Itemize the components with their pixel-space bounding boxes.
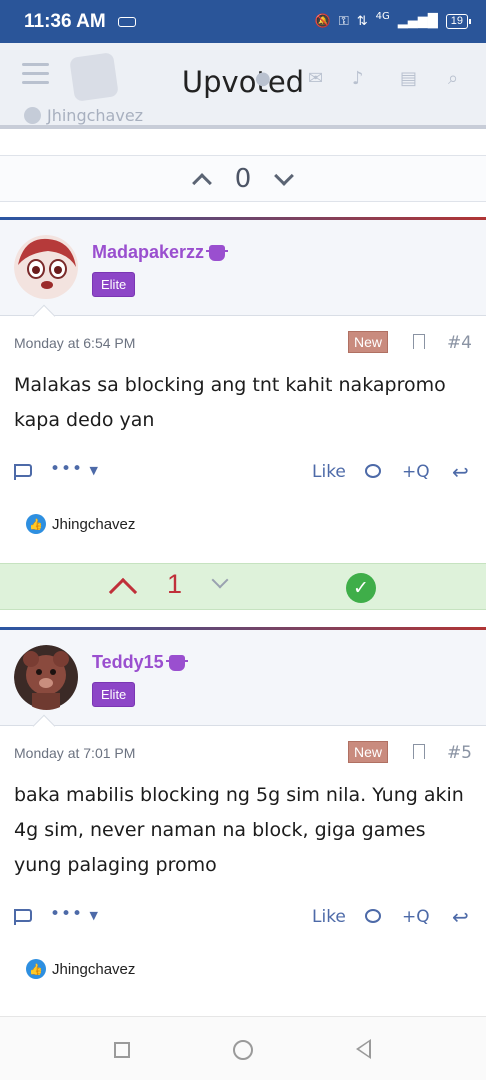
more-options[interactable]: ••• ▼ [50, 904, 99, 924]
bookmark-icon[interactable] [413, 744, 425, 759]
avatar[interactable] [14, 235, 79, 300]
chevron-down-icon[interactable]: ▼ [90, 464, 99, 477]
data-transfer-icon: ⇅ [356, 14, 368, 29]
back-icon[interactable] [356, 1039, 371, 1059]
upvote-icon[interactable] [191, 172, 212, 193]
vote-score: 0 [234, 163, 252, 194]
vote-bar: 0 [0, 155, 486, 202]
post-actions: ••• ▼ Like +Q ↩ [0, 452, 486, 496]
user-badge: Elite [92, 682, 136, 707]
thumbs-up-icon: 👍 [26, 959, 46, 979]
username-text[interactable]: Teddy15 [92, 652, 164, 673]
screen-cast-icon [117, 16, 136, 27]
inbox-icon[interactable]: ✉ [308, 68, 323, 89]
like-icon [24, 107, 41, 124]
downvote-icon[interactable] [211, 571, 229, 589]
quote-button[interactable]: +Q [402, 462, 430, 482]
reaction-summary[interactable]: 👍 Jhingchavez [0, 941, 486, 997]
username-text[interactable]: Madapakerzz [92, 242, 204, 263]
network-type: 4G [375, 11, 390, 22]
post-body: Malakas sa blocking ang tnt kahit nakapr… [14, 374, 446, 431]
reaction-user[interactable]: Jhingchavez [52, 961, 135, 978]
peek-reaction: Jhingchavez [24, 106, 143, 125]
bell-icon[interactable]: ♪ [352, 68, 364, 89]
more-options[interactable]: ••• ▼ [50, 459, 99, 479]
report-icon[interactable] [14, 464, 32, 480]
home-icon[interactable]: ● [255, 68, 271, 89]
post-date[interactable]: Monday at 7:01 PM [14, 745, 135, 761]
signal-icon: ▂▄▆█ [397, 14, 438, 29]
avatar[interactable] [14, 645, 79, 710]
chevron-down-icon[interactable]: ▼ [90, 909, 99, 922]
downvote-icon[interactable] [274, 165, 295, 186]
app-bar: Upvoted ● ✉ ♪ ▤ ⌕ Jhingchavez [0, 43, 486, 129]
reply-icon[interactable] [365, 909, 381, 923]
bookmark-icon[interactable] [413, 334, 425, 349]
vote-bar-accepted: 1 ✓ [0, 563, 486, 610]
new-badge: New [348, 741, 389, 763]
like-button[interactable]: Like [312, 907, 346, 927]
search-icon[interactable]: ⌕ [448, 68, 458, 89]
share-icon[interactable]: ↩ [452, 460, 469, 484]
post-date[interactable]: Monday at 6:54 PM [14, 335, 135, 351]
username[interactable]: Teddy15 [92, 652, 188, 673]
battery-icon: 19 [445, 14, 472, 29]
username[interactable]: Madapakerzz [92, 242, 229, 263]
share-icon[interactable]: ↩ [452, 905, 469, 929]
upvote-icon[interactable] [108, 577, 138, 607]
post-body: baka mabilis blocking ng 5g sim nila. Yu… [14, 784, 464, 876]
recents-icon[interactable] [114, 1042, 130, 1058]
post-user-header: Madapakerzz Elite [0, 220, 486, 328]
post: Teddy15 Elite Monday at 7:01 PM New #5 b… [0, 627, 486, 997]
reaction-summary[interactable]: 👍 Jhingchavez [0, 496, 486, 552]
status-bar: 11:36 AM 🔕 ⚿ ⇅ 4G ▂▄▆█ 19 [0, 0, 486, 43]
key-icon: ⚿ [338, 14, 349, 29]
home-button-icon[interactable] [233, 1040, 253, 1060]
peek-username: Jhingchavez [47, 106, 144, 125]
post-user-header: Teddy15 Elite [0, 630, 486, 738]
like-button[interactable]: Like [312, 462, 346, 482]
vote-score: 1 [167, 569, 183, 599]
post-actions: ••• ▼ Like +Q ↩ [0, 897, 486, 941]
spy-icon [206, 244, 229, 261]
post: Madapakerzz Elite Monday at 6:54 PM New … [0, 217, 486, 552]
thumbs-up-icon: 👍 [26, 514, 46, 534]
document-icon[interactable]: ▤ [400, 68, 417, 89]
report-icon[interactable] [14, 909, 32, 925]
reaction-user[interactable]: Jhingchavez [52, 516, 135, 533]
accepted-check-icon: ✓ [346, 573, 376, 603]
post-number[interactable]: #5 [447, 743, 472, 763]
status-time: 11:36 AM [24, 10, 106, 32]
spy-icon [165, 654, 188, 671]
more-label[interactable]: ••• [50, 459, 83, 479]
quote-button[interactable]: +Q [402, 907, 430, 927]
status-icons: 🔕 ⚿ ⇅ 4G ▂▄▆█ 19 [314, 11, 472, 29]
post-meta: Monday at 6:54 PM New #4 [0, 316, 486, 368]
mute-icon: 🔕 [314, 14, 331, 29]
reply-icon[interactable] [365, 464, 381, 478]
post-number[interactable]: #4 [447, 333, 472, 353]
more-label[interactable]: ••• [50, 904, 83, 924]
post-meta: Monday at 7:01 PM New #5 [0, 726, 486, 778]
system-nav-bar [0, 1016, 486, 1080]
new-badge: New [348, 331, 389, 353]
user-badge: Elite [92, 272, 136, 297]
